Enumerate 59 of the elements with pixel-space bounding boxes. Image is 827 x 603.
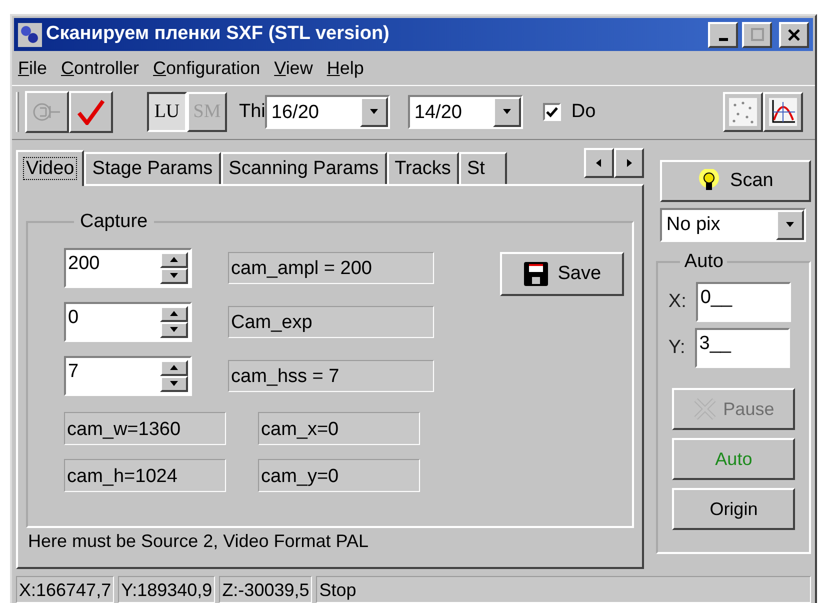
chart-view-button[interactable] xyxy=(763,92,803,132)
coordinate-field[interactable]: 3__ xyxy=(695,328,790,368)
dots-view-button[interactable] xyxy=(723,92,763,132)
status-panel: Z:-30039,5 xyxy=(219,576,312,603)
menu-item[interactable]: Configuration xyxy=(153,54,260,82)
close-button[interactable] xyxy=(779,22,809,48)
status-panel: X:166747,7 xyxy=(16,576,114,603)
spin-field[interactable]: 200 xyxy=(64,248,192,288)
group-title: Capture xyxy=(79,210,149,234)
group-title: Auto xyxy=(683,250,724,274)
checkbox[interactable] xyxy=(543,103,562,122)
minimize-button[interactable] xyxy=(708,22,738,48)
light-bulb-icon xyxy=(698,168,720,193)
tab[interactable]: St xyxy=(458,152,507,184)
scan-button[interactable]: Scan xyxy=(660,160,811,202)
spin-field[interactable]: 7 xyxy=(64,356,192,396)
apply-button[interactable] xyxy=(69,91,113,134)
maximize-icon xyxy=(750,28,764,42)
status-panel: Stop xyxy=(316,576,811,603)
readout: cam_h=1024 xyxy=(64,459,226,492)
readout: cam_ampl = 200 xyxy=(228,252,434,284)
tab[interactable]: Stage Params xyxy=(84,152,221,184)
tab[interactable]: Scanning Params xyxy=(220,152,387,184)
dots-icon xyxy=(729,98,757,126)
tab[interactable]: Tracks xyxy=(386,152,459,184)
spin-field[interactable]: 0 xyxy=(64,302,192,342)
threshold-combo[interactable]: 16/20 xyxy=(265,95,390,130)
graph-icon xyxy=(769,98,797,126)
tab-scroll-button[interactable] xyxy=(584,148,614,178)
status-panel: Y:189340,9 xyxy=(118,576,216,603)
window-title: Сканируем пленки SXF (STL version) xyxy=(46,22,390,46)
action-button[interactable]: Origin xyxy=(672,488,795,530)
readout: Cam_exp xyxy=(228,306,434,338)
threshold-combo[interactable]: 14/20 xyxy=(408,95,524,130)
save-button[interactable]: Save xyxy=(500,252,624,296)
close-icon xyxy=(788,28,800,41)
info-message: Here must be Source 2, Video Format PAL xyxy=(28,530,370,553)
pix-combo[interactable]: No pix xyxy=(660,208,806,242)
threshold-label: Thi xyxy=(239,100,266,124)
menu-item[interactable]: Controller xyxy=(61,54,140,82)
readout: cam_x=0 xyxy=(258,412,420,446)
readout: cam_hss = 7 xyxy=(228,360,434,392)
field-label: Y: xyxy=(668,336,686,360)
checkmark-icon xyxy=(77,99,105,126)
readout: cam_w=1360 xyxy=(64,412,226,446)
checkbox-label: Do xyxy=(571,100,596,124)
minimize-icon xyxy=(718,38,728,41)
tab[interactable]: Video xyxy=(16,150,84,186)
app-icon xyxy=(18,22,42,47)
menu-item[interactable]: Help xyxy=(326,54,364,82)
readout: cam_y=0 xyxy=(258,459,420,492)
menu-item[interactable]: View xyxy=(274,54,313,82)
right-arrow-icon xyxy=(624,158,634,168)
menu-item[interactable]: File xyxy=(18,54,48,82)
field-label: X: xyxy=(668,290,686,314)
mode-toggle[interactable]: LU xyxy=(147,92,187,132)
coordinate-field[interactable]: 0__ xyxy=(696,282,792,322)
maximize-button[interactable] xyxy=(742,22,772,48)
tab-scroll-button[interactable] xyxy=(614,148,644,178)
